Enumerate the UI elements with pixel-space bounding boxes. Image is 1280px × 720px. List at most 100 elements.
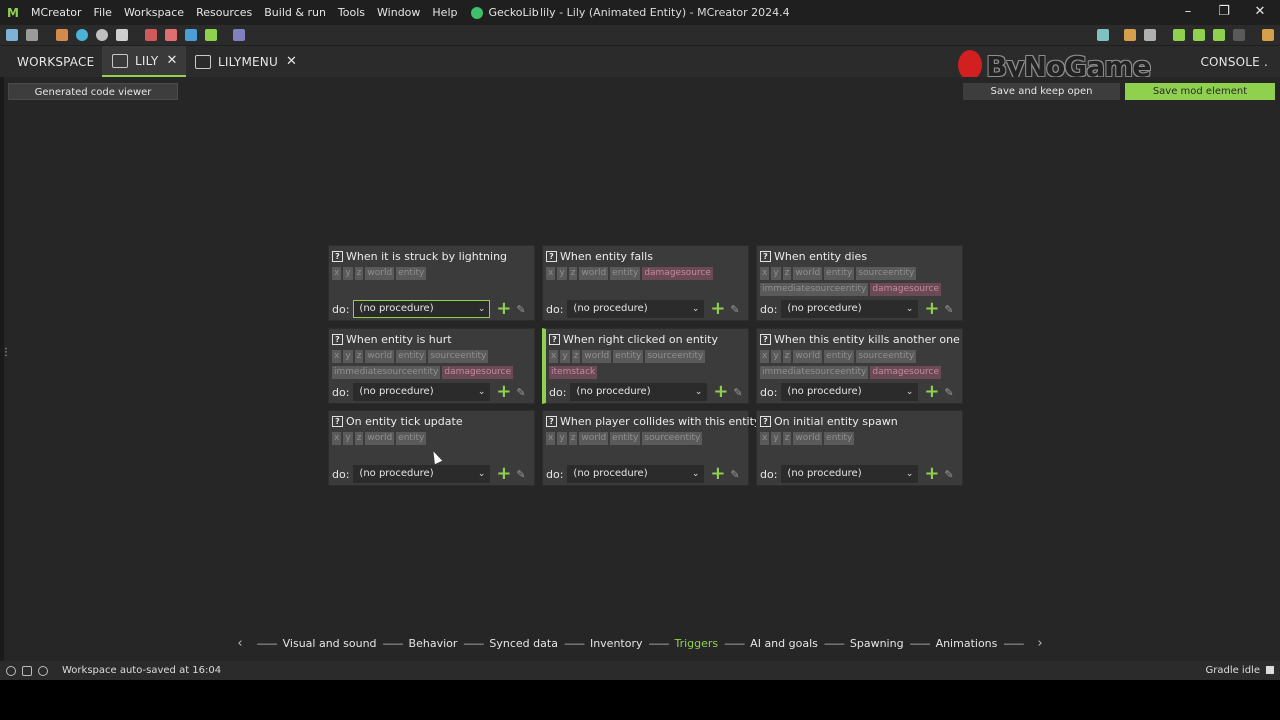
menu-window[interactable]: Window (377, 6, 420, 19)
help-icon[interactable]: ? (760, 334, 771, 345)
procedure-select[interactable]: (no procedure) ⌄ (567, 465, 705, 483)
procedure-select[interactable]: (no procedure) ⌄ (567, 300, 705, 318)
texture-icon[interactable] (76, 29, 88, 41)
nav-item[interactable]: Synced data (489, 637, 558, 650)
procedure-select[interactable]: (no procedure) ⌄ (570, 383, 708, 401)
edit-procedure-icon[interactable]: ✎ (730, 468, 739, 481)
edit-procedure-icon[interactable]: ✎ (516, 386, 525, 399)
trigger-title: ? When entity falls (546, 250, 653, 263)
add-procedure-icon[interactable]: + (496, 300, 511, 318)
help-icon[interactable]: ? (332, 416, 343, 427)
help-icon[interactable]: ? (546, 251, 557, 262)
resize-handle-icon[interactable]: ⋮ (1, 347, 11, 358)
dependency-chip: x (332, 432, 342, 445)
edit-procedure-icon[interactable]: ✎ (944, 468, 953, 481)
dependency-chip: world (793, 267, 823, 280)
armor-icon[interactable] (185, 29, 197, 41)
help-icon[interactable]: ? (332, 251, 343, 262)
regenerate-icon[interactable] (1124, 29, 1136, 41)
model-icon[interactable] (145, 29, 157, 41)
edit-procedure-icon[interactable]: ✎ (733, 386, 742, 399)
add-procedure-icon[interactable]: + (924, 465, 939, 483)
animation-icon[interactable] (165, 29, 177, 41)
nav-item[interactable]: Spawning (850, 637, 904, 650)
tab-console[interactable]: CONSOLE . (1200, 55, 1268, 69)
menu-tools[interactable]: Tools (338, 6, 365, 19)
add-procedure-icon[interactable]: + (713, 383, 728, 401)
nav-item[interactable]: Animations (936, 637, 998, 650)
nav-item[interactable]: Inventory (590, 637, 643, 650)
edit-procedure-icon[interactable]: ✎ (516, 303, 525, 316)
tab-lily[interactable]: LILY ✕ (102, 46, 186, 77)
procedure-select[interactable]: (no procedure) ⌄ (353, 465, 491, 483)
add-procedure-icon[interactable]: + (710, 465, 725, 483)
add-procedure-icon[interactable]: + (496, 383, 511, 401)
save-mod-element-button[interactable]: Save mod element (1125, 83, 1275, 100)
menu-mcreator[interactable]: MCreator (31, 6, 82, 19)
procedure-select[interactable]: (no procedure) ⌄ (781, 300, 919, 318)
add-procedure-icon[interactable]: + (924, 383, 939, 401)
sound-icon[interactable] (96, 29, 108, 41)
menu-build-run[interactable]: Build & run (264, 6, 326, 19)
procedure-select[interactable]: (no procedure) ⌄ (353, 300, 491, 318)
edit-procedure-icon[interactable]: ✎ (516, 468, 525, 481)
tab-workspace[interactable]: WORKSPACE (17, 46, 94, 77)
nav-next-icon[interactable]: › (1037, 636, 1042, 651)
run-server-icon[interactable] (1213, 29, 1225, 41)
add-procedure-icon[interactable]: + (496, 465, 511, 483)
procedure-select[interactable]: (no procedure) ⌄ (781, 383, 919, 401)
nav-prev-icon[interactable]: ‹ (237, 636, 242, 651)
trigger-title-text: On initial entity spawn (774, 415, 898, 428)
restore-icon[interactable]: ❐ (1214, 3, 1234, 21)
edit-procedure-icon[interactable]: ✎ (944, 386, 953, 399)
dependency-chip: entity (824, 267, 855, 280)
edit-procedure-icon[interactable]: ✎ (944, 303, 953, 316)
procedure-select[interactable]: (no procedure) ⌄ (353, 383, 491, 401)
tab-lilymenu[interactable]: LILYMENU ✕ (195, 46, 297, 77)
nav-item[interactable]: Behavior (409, 637, 458, 650)
help-icon[interactable]: ? (549, 334, 560, 345)
dependency-chip: x (332, 350, 342, 363)
menu-resources[interactable]: Resources (196, 6, 252, 19)
help-icon[interactable]: ? (760, 416, 771, 427)
workspace-settings-icon[interactable] (26, 29, 38, 41)
generated-code-viewer-button[interactable]: Generated code viewer (8, 83, 178, 100)
export-icon[interactable] (1097, 29, 1109, 41)
dependency-list: x y z world entity sourceentity itemstack (549, 350, 749, 379)
localization-icon[interactable] (233, 29, 245, 41)
stop-icon[interactable] (1233, 29, 1245, 41)
add-procedure-icon[interactable]: + (710, 300, 725, 318)
variables-icon[interactable] (205, 29, 217, 41)
help-icon[interactable]: ? (332, 334, 343, 345)
gradle-stop-icon[interactable] (1266, 666, 1274, 674)
help-icon[interactable]: ? (546, 416, 557, 427)
close-tab-icon[interactable]: ✕ (286, 54, 297, 69)
menu-file[interactable]: File (94, 6, 112, 19)
menu-workspace[interactable]: Workspace (124, 6, 184, 19)
share-icon[interactable] (22, 665, 32, 676)
structure-icon[interactable] (116, 29, 128, 41)
settings-icon[interactable] (38, 665, 48, 676)
image-maker-icon[interactable] (56, 29, 68, 41)
help-icon[interactable]: ? (760, 251, 771, 262)
nav-item[interactable]: Triggers (675, 637, 719, 650)
dependency-chip: x (549, 350, 559, 363)
debug-client-icon[interactable] (1193, 29, 1205, 41)
run-client-icon[interactable] (1173, 29, 1185, 41)
close-window-icon[interactable]: ✕ (1250, 3, 1270, 21)
nav-item[interactable]: Visual and sound (283, 637, 377, 650)
menu-geckolib[interactable]: GeckoLib (488, 6, 538, 19)
procedure-select[interactable]: (no procedure) ⌄ (781, 465, 919, 483)
minimize-icon[interactable]: – (1178, 3, 1198, 21)
info-icon[interactable] (6, 665, 16, 676)
new-element-icon[interactable] (6, 29, 18, 41)
open-folder-icon[interactable] (1262, 29, 1274, 41)
edit-procedure-icon[interactable]: ✎ (730, 303, 739, 316)
save-and-keep-open-button[interactable]: Save and keep open (963, 83, 1120, 100)
nav-item[interactable]: AI and goals (750, 637, 818, 650)
add-procedure-icon[interactable]: + (924, 300, 939, 318)
close-tab-icon[interactable]: ✕ (166, 53, 177, 68)
build-icon[interactable] (1144, 29, 1156, 41)
do-label: do: (332, 467, 350, 481)
menu-help[interactable]: Help (432, 6, 457, 19)
